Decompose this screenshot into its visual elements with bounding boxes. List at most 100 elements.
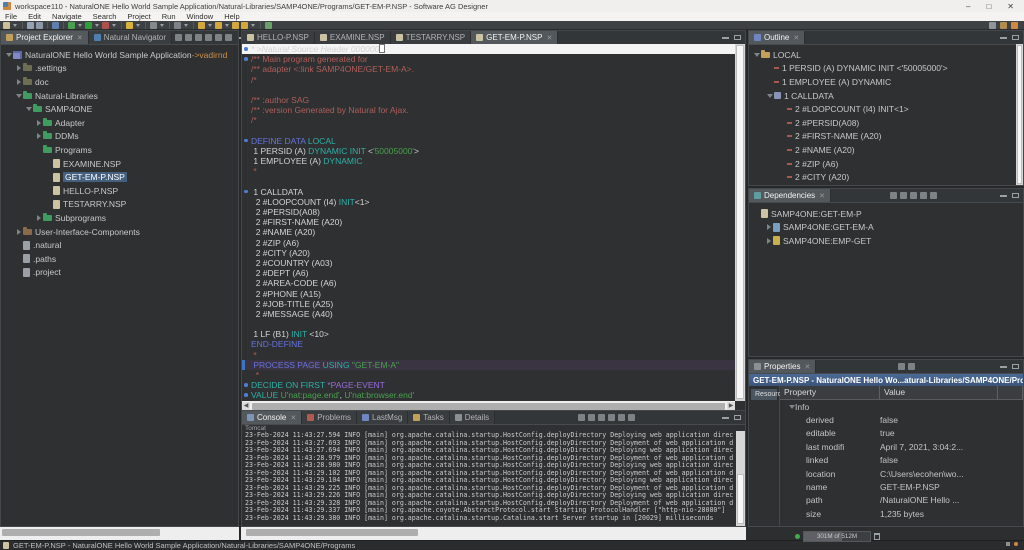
- code-editor[interactable]: * >Natural Source Header 000000/** Main …: [242, 44, 735, 401]
- code-line[interactable]: 2 #MESSAGE (A40): [242, 309, 735, 319]
- code-line[interactable]: * >Natural Source Header 000000: [242, 44, 735, 54]
- property-row[interactable]: derivedfalse: [780, 413, 1023, 426]
- property-row[interactable]: editabletrue: [780, 427, 1023, 440]
- property-row[interactable]: nameGET-EM-P.NSP: [780, 480, 1023, 493]
- tree-item[interactable]: User-Interface-Components: [1, 225, 238, 239]
- outline-vscrollbar[interactable]: [1016, 44, 1023, 185]
- tree-item[interactable]: Subprograms: [1, 211, 238, 225]
- tab-tool-icon[interactable]: [205, 34, 212, 41]
- property-row[interactable]: path/NaturalONE Hello ...: [780, 494, 1023, 507]
- tab-tool-icon[interactable]: [628, 414, 635, 421]
- editor-tab-examine-nsp[interactable]: EXAMINE.NSP: [315, 31, 391, 44]
- maximize-panel-icon[interactable]: [734, 35, 741, 40]
- chevron-collapsed-icon[interactable]: [15, 65, 22, 72]
- naturalone-perspective-icon[interactable]: [1011, 22, 1018, 29]
- tab-properties[interactable]: Properties✕: [749, 360, 816, 373]
- code-line[interactable]: 1 EMPLOYEE (A) DYNAMIC: [242, 156, 735, 166]
- editor-vscrollbar[interactable]: [735, 44, 745, 401]
- code-line[interactable]: 2 #PERSID(A08): [242, 207, 735, 217]
- code-line[interactable]: 1 PERSID (A) DYNAMIC INIT <'50005000'>: [242, 146, 735, 156]
- tab-tool-icon[interactable]: [195, 34, 202, 41]
- tab-project-explorer[interactable]: Project Explorer✕: [1, 31, 89, 44]
- tree-item[interactable]: SAMP4ONE:GET-EM-P: [749, 207, 1023, 221]
- code-line[interactable]: /** adapter <:link SAMP4ONE/GET-EM-A>.: [242, 64, 735, 74]
- tab-tasks[interactable]: Tasks: [408, 411, 449, 424]
- dropdown-caret-icon[interactable]: [225, 24, 229, 27]
- tree-item[interactable]: Natural-Libraries: [1, 89, 238, 103]
- tree-item[interactable]: SAMP4ONE:EMP-GET: [749, 234, 1023, 248]
- code-line[interactable]: 2 #CITY (A20): [242, 248, 735, 258]
- dropdown-caret-icon[interactable]: [95, 24, 99, 27]
- chevron-collapsed-icon[interactable]: [765, 237, 772, 244]
- tab-tool-icon[interactable]: [900, 192, 907, 199]
- close-tab-icon[interactable]: ✕: [793, 34, 799, 42]
- debug-attach-icon[interactable]: [102, 22, 109, 29]
- tree-item[interactable]: Programs: [1, 143, 238, 157]
- dropdown-caret-icon[interactable]: [13, 24, 17, 27]
- code-line[interactable]: 2 #ZIP (A6): [242, 238, 735, 248]
- tab-tool-icon[interactable]: [175, 34, 182, 41]
- chevron-expanded-icon[interactable]: [753, 51, 760, 58]
- dropdown-caret-icon[interactable]: [112, 24, 116, 27]
- tab-tool-icon[interactable]: [215, 34, 222, 41]
- chevron-collapsed-icon[interactable]: [35, 214, 42, 221]
- code-line[interactable]: PROCESS PAGE USING "GET-EM-A": [242, 360, 735, 370]
- chevron-collapsed-icon[interactable]: [765, 224, 772, 231]
- code-line[interactable]: /** :author SAG: [242, 95, 735, 105]
- minimize-panel-icon[interactable]: [722, 417, 729, 419]
- tab-tool-icon[interactable]: [910, 192, 917, 199]
- maximize-button[interactable]: □: [986, 2, 991, 11]
- console-log[interactable]: 23-Feb-2024 11:43:27.594 INFO [main] org…: [242, 431, 736, 526]
- code-line[interactable]: 2 #FIRST-NAME (A20): [242, 217, 735, 227]
- minimize-panel-icon[interactable]: [1000, 366, 1007, 368]
- editor-tab-get-em-p-nsp[interactable]: GET-EM-P.NSP✕: [471, 31, 558, 44]
- tab-tool-icon[interactable]: [920, 192, 927, 199]
- open-perspective-icon[interactable]: [1000, 22, 1007, 29]
- tree-item[interactable]: .settings: [1, 62, 238, 76]
- tab-resource[interactable]: Resource: [751, 389, 777, 400]
- code-line[interactable]: *: [242, 166, 735, 176]
- tree-item[interactable]: 2 #FIRST-NAME (A20): [749, 130, 1023, 144]
- code-line[interactable]: /*: [242, 115, 735, 125]
- close-tab-icon[interactable]: ✕: [804, 363, 810, 371]
- chevron-collapsed-icon[interactable]: [15, 228, 22, 235]
- code-line[interactable]: /** :version Generated by Natural for Aj…: [242, 105, 735, 115]
- trash-icon[interactable]: [874, 533, 880, 540]
- close-tab-icon[interactable]: ✕: [77, 34, 83, 42]
- code-line[interactable]: END-DEFINE: [242, 339, 735, 349]
- code-line[interactable]: 2 #PHONE (A15): [242, 289, 735, 299]
- menu-window[interactable]: Window: [187, 12, 214, 21]
- close-tab-icon[interactable]: ✕: [546, 34, 552, 42]
- minimize-button[interactable]: –: [966, 2, 970, 11]
- close-tab-icon[interactable]: ✕: [819, 192, 825, 200]
- save-icon[interactable]: [27, 22, 34, 29]
- explorer-hscrollbar[interactable]: [0, 527, 239, 540]
- tab-problems[interactable]: Problems: [302, 411, 357, 424]
- code-line[interactable]: 2 #DEPT (A6): [242, 268, 735, 278]
- tree-item[interactable]: .natural: [1, 238, 238, 252]
- tree-item[interactable]: 1 EMPLOYEE (A) DYNAMIC: [749, 75, 1023, 89]
- menu-search[interactable]: Search: [93, 12, 117, 21]
- construct-icon[interactable]: [126, 22, 133, 29]
- tree-item[interactable]: 2 #LOOPCOUNT (I4) INIT<1>: [749, 102, 1023, 116]
- notification-icon[interactable]: [1014, 542, 1018, 546]
- column-header-value[interactable]: Value: [880, 386, 998, 399]
- editor-tab-testarry-nsp[interactable]: TESTARRY.NSP: [391, 31, 472, 44]
- chevron-expanded-icon[interactable]: [766, 92, 773, 99]
- search-icon-icon[interactable]: [989, 22, 996, 29]
- tree-item[interactable]: 2 #NAME (A20): [749, 143, 1023, 157]
- tab-tool-icon[interactable]: [898, 363, 905, 370]
- tree-item[interactable]: SAMP4ONE: [1, 102, 238, 116]
- property-row[interactable]: size1,235 bytes: [780, 507, 1023, 520]
- new-icon[interactable]: [3, 22, 10, 29]
- code-line[interactable]: 2 #AREA-CODE (A6): [242, 278, 735, 288]
- tree-item[interactable]: LOCAL: [749, 48, 1023, 62]
- property-row[interactable]: linkedfalse: [780, 454, 1023, 467]
- close-button[interactable]: ✕: [1007, 2, 1014, 11]
- update-icon[interactable]: [68, 22, 75, 29]
- last-edit-icon[interactable]: [232, 22, 239, 29]
- tab-tool-icon[interactable]: [588, 414, 595, 421]
- tree-item[interactable]: 1 PERSID (A) DYNAMIC INIT <'50005000'>: [749, 62, 1023, 76]
- menu-help[interactable]: Help: [224, 12, 239, 21]
- tab-console[interactable]: Console✕: [242, 411, 302, 424]
